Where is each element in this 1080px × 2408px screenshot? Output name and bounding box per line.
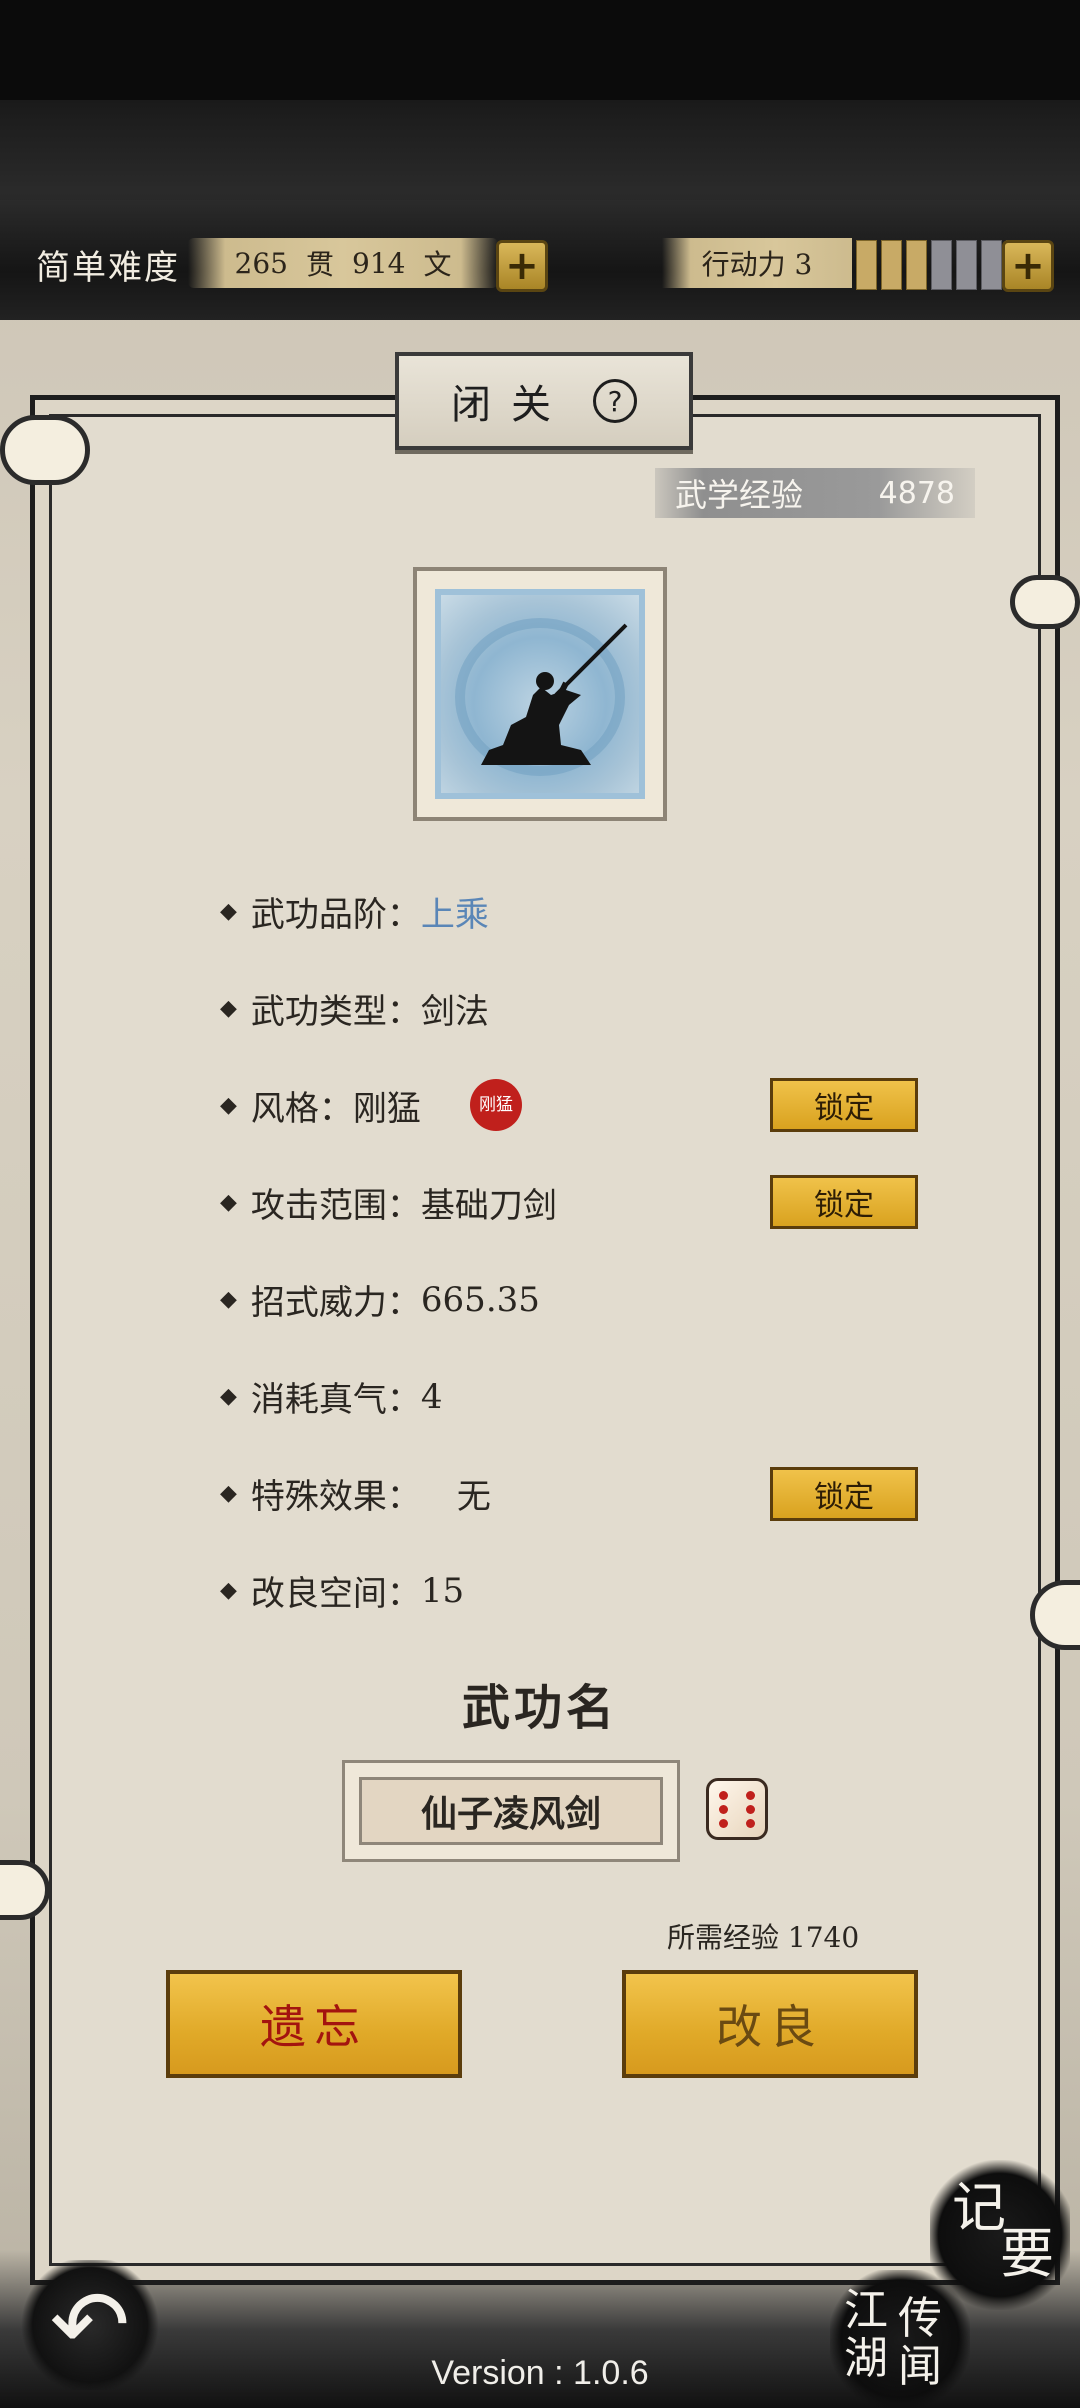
skill-name-text: 仙子凌风剑: [359, 1777, 663, 1845]
diamond-bullet-icon: ◆: [220, 1578, 237, 1603]
money-wen-value: 914: [352, 246, 406, 280]
attr-range-value: 基础刀剑: [420, 1186, 557, 1226]
money-guan-value: 265: [234, 246, 288, 280]
attr-space: ◆ 改良空间： 15: [220, 1566, 464, 1615]
action-point-segment: [906, 240, 927, 290]
diamond-bullet-icon: ◆: [220, 1190, 237, 1215]
lock-style-button[interactable]: 锁定: [770, 1078, 918, 1132]
attr-qi-value: 4: [420, 1376, 443, 1417]
attr-grade-label: 武功品阶：: [250, 895, 421, 935]
attr-effect-label: 特殊效果：: [250, 1477, 421, 1517]
action-point-segment: [956, 240, 977, 290]
diamond-bullet-icon: ◆: [220, 1093, 237, 1118]
forget-button[interactable]: 遗忘: [166, 1970, 462, 2078]
attr-space-value: 15: [420, 1570, 465, 1611]
attr-grade: ◆ 武功品阶： 上乘: [220, 887, 489, 936]
panel-title-text: 闭关: [451, 382, 571, 428]
money-guan-unit: 贯: [305, 248, 334, 281]
plus-icon: +: [1011, 243, 1045, 289]
help-icon[interactable]: ?: [593, 379, 637, 423]
money-wen-unit: 文: [423, 248, 452, 281]
action-point-segment: [856, 240, 877, 290]
add-money-button[interactable]: +: [496, 240, 548, 292]
action-point-segment: [931, 240, 952, 290]
skill-name-heading: 武功名: [461, 1680, 618, 1736]
martial-exp-label: 武学经验: [675, 476, 804, 514]
version-label: Version : 1.0.6: [431, 2354, 649, 2392]
improve-button[interactable]: 改良: [622, 1970, 918, 2078]
action-points-label: 行动力 3: [662, 238, 852, 288]
attr-range: ◆ 攻击范围： 基础刀剑: [220, 1178, 557, 1227]
diamond-bullet-icon: ◆: [220, 996, 237, 1021]
attr-effect: ◆ 特殊效果： 无: [220, 1469, 491, 1518]
swordsman-silhouette-icon: [435, 589, 645, 799]
plus-icon: +: [505, 243, 539, 289]
diamond-bullet-icon: ◆: [220, 1287, 237, 1312]
rumors-char-1: 江: [844, 2285, 888, 2336]
diamond-bullet-icon: ◆: [220, 1481, 237, 1506]
attr-type-value: 剑法: [420, 992, 489, 1032]
martial-exp-display: 武学经验 4878: [655, 468, 975, 518]
attr-power-value: 665.35: [420, 1279, 540, 1320]
difficulty-label: 简单难度: [36, 248, 180, 288]
random-name-dice-icon[interactable]: [706, 1778, 768, 1840]
notes-char-2: 要: [1000, 2222, 1054, 2285]
required-exp-label: 所需经验 1740: [667, 1921, 860, 1954]
skill-portrait-frame: [413, 567, 667, 821]
attr-type-label: 武功类型：: [250, 992, 421, 1032]
attr-qi-cost: ◆ 消耗真气： 4: [220, 1372, 443, 1421]
attr-grade-value: 上乘: [420, 895, 489, 935]
attr-style-label: 风格：: [250, 1089, 353, 1129]
diamond-bullet-icon: ◆: [220, 1384, 237, 1409]
game-screen: 简单难度 265 贯 914 文 + 行动力 3 + 闭关 ? 武学经验 487…: [0, 0, 1080, 2408]
martial-exp-value: 4878: [878, 475, 955, 511]
lock-range-button[interactable]: 锁定: [770, 1175, 918, 1229]
rumors-char-3: 传: [898, 2293, 942, 2344]
skill-name-field[interactable]: 仙子凌风剑: [342, 1760, 680, 1862]
attr-style: ◆ 风格： 刚猛: [220, 1081, 421, 1130]
attr-qi-label: 消耗真气：: [250, 1380, 421, 1420]
attr-power: ◆ 招式威力： 665.35: [220, 1275, 540, 1324]
attr-type: ◆ 武功类型： 剑法: [220, 984, 489, 1033]
add-action-points-button[interactable]: +: [1002, 240, 1054, 292]
money-display: 265 贯 914 文: [188, 238, 498, 288]
attr-range-label: 攻击范围：: [250, 1186, 421, 1226]
attr-effect-value: 无: [456, 1477, 491, 1517]
panel-title: 闭关 ?: [395, 352, 693, 450]
attr-space-label: 改良空间：: [250, 1574, 421, 1614]
action-point-segment: [881, 240, 902, 290]
notes-char-1: 记: [952, 2176, 1006, 2239]
attr-power-label: 招式威力：: [250, 1283, 421, 1323]
action-point-segment: [981, 240, 1002, 290]
lock-effect-button[interactable]: 锁定: [770, 1467, 918, 1521]
cloud-ornament: [1010, 575, 1080, 629]
cloud-ornament: [0, 415, 90, 485]
attr-style-value: 刚猛: [352, 1089, 421, 1129]
diamond-bullet-icon: ◆: [220, 899, 237, 924]
style-seal-icon: 刚猛: [470, 1079, 522, 1131]
